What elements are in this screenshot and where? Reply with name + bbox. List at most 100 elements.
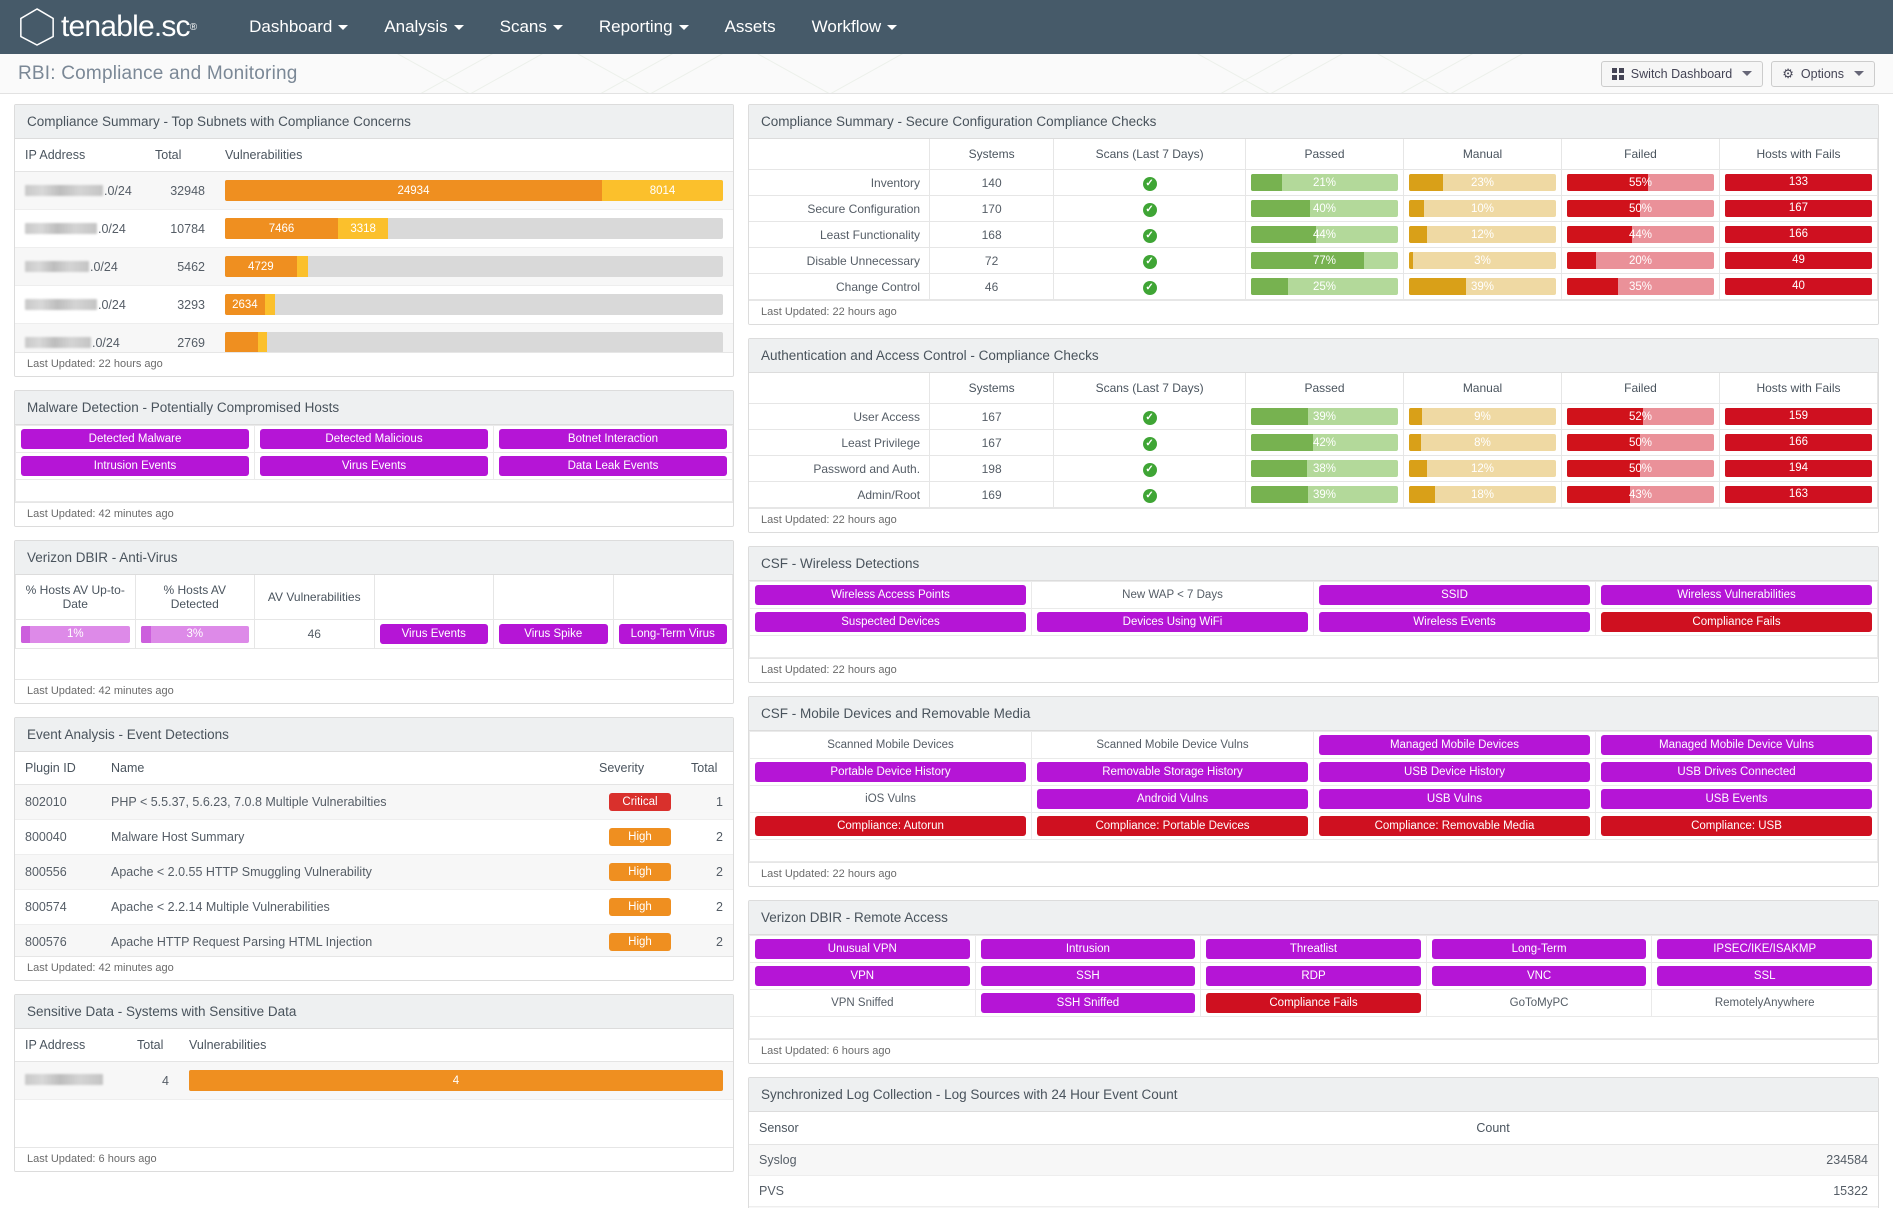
chip-managed-mobile-devices[interactable]: Managed Mobile Devices <box>1319 735 1590 755</box>
chip-compliance-portable-devices[interactable]: Compliance: Portable Devices <box>1037 816 1308 836</box>
column-header[interactable]: Sensor <box>749 1112 1467 1145</box>
table-row[interactable]: 802010 PHP < 5.5.37, 5.6.23, 7.0.8 Multi… <box>15 784 733 820</box>
chip-ssid[interactable]: SSID <box>1319 585 1590 605</box>
column-header[interactable]: Name <box>101 752 589 785</box>
chip-ssh[interactable]: SSH <box>980 966 1196 986</box>
column-header[interactable] <box>373 575 494 620</box>
chip-vpn[interactable]: VPN <box>755 966 970 986</box>
column-header[interactable]: Manual <box>1403 139 1562 170</box>
table-row[interactable]: .0/24 5462 4729 <box>15 247 733 286</box>
nav-item-scans[interactable]: Scans <box>482 0 581 54</box>
table-row[interactable]: User Access 167 ✓ 39% 9% 52% 159 <box>749 403 1878 430</box>
options-button[interactable]: ⚙ Options <box>1771 60 1875 87</box>
column-header[interactable]: AV Vulnerabilities <box>254 575 375 620</box>
chip-virus-events[interactable]: Virus Events <box>260 456 488 476</box>
column-header[interactable]: % Hosts AV Up-to-Date <box>15 575 136 620</box>
chip-compliance-autorun[interactable]: Compliance: Autorun <box>755 816 1026 836</box>
chip-compliance-fails[interactable]: Compliance Fails <box>1206 993 1421 1013</box>
table-row[interactable]: Secure Configuration 170 ✓ 40% 10% 50% 1… <box>749 195 1878 222</box>
column-header[interactable]: Systems <box>929 373 1055 404</box>
table-row[interactable]: Syslog 234584 <box>749 1144 1878 1176</box>
column-header[interactable]: % Hosts AV Detected <box>134 575 255 620</box>
chip-botnet-interaction[interactable]: Botnet Interaction <box>499 429 727 449</box>
chip-usb-vulns[interactable]: USB Vulns <box>1319 789 1590 809</box>
chip-usb-drives-connected[interactable]: USB Drives Connected <box>1601 762 1872 782</box>
table-row[interactable]: PVS 15322 <box>749 1175 1878 1207</box>
chip-suspected-devices[interactable]: Suspected Devices <box>755 612 1026 632</box>
chip-intrusion[interactable]: Intrusion <box>980 939 1196 959</box>
table-row[interactable]: .0/24 10784 7466 3318 <box>15 209 733 248</box>
column-header[interactable]: Total <box>681 752 733 785</box>
chip-ssh-sniffed[interactable]: SSH Sniffed <box>980 993 1196 1013</box>
chip-vnc[interactable]: VNC <box>1431 966 1647 986</box>
table-row[interactable]: Inventory 140 ✓ 21% 23% 55% 133 <box>749 169 1878 196</box>
table-row[interactable]: 800576 Apache HTTP Request Parsing HTML … <box>15 924 733 956</box>
chip-rdp[interactable]: RDP <box>1206 966 1421 986</box>
chip-wireless-access-points[interactable]: Wireless Access Points <box>755 585 1026 605</box>
table-row[interactable]: Password and Auth. 198 ✓ 38% 12% 50% 194 <box>749 455 1878 482</box>
column-header[interactable]: Scans (Last 7 Days) <box>1053 139 1247 170</box>
chip-virus-spike[interactable]: Virus Spike <box>499 624 608 644</box>
brand-logo[interactable]: tenable.sc ® <box>18 7 197 47</box>
chip-removable-storage-history[interactable]: Removable Storage History <box>1037 762 1308 782</box>
table-row[interactable]: 800040 Malware Host Summary High 2 <box>15 819 733 855</box>
chip-devices-using-wifi[interactable]: Devices Using WiFi <box>1037 612 1308 632</box>
table-row[interactable]: 800556 Apache < 2.0.55 HTTP Smuggling Vu… <box>15 854 733 890</box>
chip-long-term-virus[interactable]: Long-Term Virus <box>618 624 727 644</box>
chip-long-term[interactable]: Long-Term <box>1431 939 1647 959</box>
chip-android-vulns[interactable]: Android Vulns <box>1037 789 1308 809</box>
chip-unusual-vpn[interactable]: Unusual VPN <box>755 939 970 959</box>
column-header[interactable]: Severity <box>589 752 681 785</box>
chip-ssl[interactable]: SSL <box>1657 966 1872 986</box>
chip-detected-malicious[interactable]: Detected Malicious <box>260 429 488 449</box>
column-header[interactable]: Passed <box>1245 373 1404 404</box>
column-header[interactable]: Failed <box>1560 373 1720 404</box>
table-row[interactable]: Least Functionality 168 ✓ 44% 12% 44% 16… <box>749 221 1878 248</box>
nav-item-reporting[interactable]: Reporting <box>581 0 707 54</box>
chip-virus-events[interactable]: Virus Events <box>379 624 488 644</box>
column-header[interactable]: Vulnerabilities <box>215 139 733 172</box>
chip-ipsec-ike-isakmp[interactable]: IPSEC/IKE/ISAKMP <box>1657 939 1872 959</box>
nav-item-assets[interactable]: Assets <box>707 0 794 54</box>
chip-compliance-usb[interactable]: Compliance: USB <box>1601 816 1872 836</box>
chip-threatlist[interactable]: Threatlist <box>1206 939 1421 959</box>
nav-item-analysis[interactable]: Analysis <box>366 0 481 54</box>
column-header[interactable]: Hosts with Fails <box>1718 373 1878 404</box>
chip-compliance-fails[interactable]: Compliance Fails <box>1601 612 1872 632</box>
column-header[interactable]: Scans (Last 7 Days) <box>1053 373 1247 404</box>
column-header[interactable]: IP Address <box>15 139 145 172</box>
chip-wireless-vulnerabilities[interactable]: Wireless Vulnerabilities <box>1601 585 1872 605</box>
switch-dashboard-button[interactable]: Switch Dashboard <box>1600 60 1764 87</box>
table-row[interactable]: .0/24 32948 24934 8014 <box>15 171 733 210</box>
column-header[interactable]: Vulnerabilities <box>179 1029 733 1062</box>
chip-data-leak-events[interactable]: Data Leak Events <box>499 456 727 476</box>
chip-intrusion-events[interactable]: Intrusion Events <box>21 456 249 476</box>
column-header[interactable]: Total <box>127 1029 179 1062</box>
table-row[interactable]: Disable Unnecessary 72 ✓ 77% 3% 20% 49 <box>749 247 1878 274</box>
column-header[interactable]: Total <box>145 139 215 172</box>
chip-usb-device-history[interactable]: USB Device History <box>1319 762 1590 782</box>
nav-item-dashboard[interactable]: Dashboard <box>231 0 366 54</box>
chip-detected-malware[interactable]: Detected Malware <box>21 429 249 449</box>
chip-portable-device-history[interactable]: Portable Device History <box>755 762 1026 782</box>
chip-usb-events[interactable]: USB Events <box>1601 789 1872 809</box>
column-header[interactable]: Hosts with Fails <box>1718 139 1878 170</box>
table-row[interactable]: Least Privilege 167 ✓ 42% 8% 50% 166 <box>749 429 1878 456</box>
table-row[interactable]: .0/24 3293 2634 <box>15 285 733 324</box>
column-header[interactable]: Manual <box>1403 373 1562 404</box>
table-row[interactable]: .0/24 2769 <box>15 323 733 352</box>
column-header[interactable]: Count <box>1466 1112 1878 1145</box>
table-row[interactable]: Admin/Root 169 ✓ 39% 18% 43% 163 <box>749 481 1878 508</box>
column-header[interactable]: Systems <box>929 139 1055 170</box>
table-row[interactable]: 4 4 <box>15 1061 733 1100</box>
column-header[interactable]: Failed <box>1560 139 1720 170</box>
chip-compliance-removable-media[interactable]: Compliance: Removable Media <box>1319 816 1590 836</box>
table-row[interactable]: 800574 Apache < 2.2.14 Multiple Vulnerab… <box>15 889 733 925</box>
table-row[interactable]: Change Control 46 ✓ 25% 39% 35% 40 <box>749 273 1878 300</box>
column-header[interactable]: IP Address <box>15 1029 127 1062</box>
chip-wireless-events[interactable]: Wireless Events <box>1319 612 1590 632</box>
chip-managed-mobile-device-vulns[interactable]: Managed Mobile Device Vulns <box>1601 735 1872 755</box>
column-header[interactable] <box>612 575 733 620</box>
column-header[interactable] <box>493 575 614 620</box>
nav-item-workflow[interactable]: Workflow <box>794 0 916 54</box>
